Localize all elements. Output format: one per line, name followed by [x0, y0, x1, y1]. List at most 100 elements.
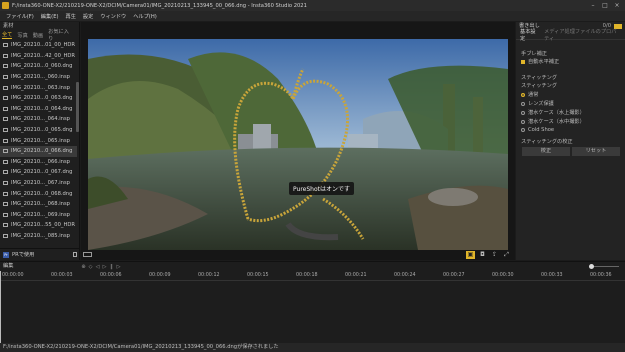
file-name: IMG_20210..._069.insp	[11, 211, 70, 218]
playback-controls: ⊕ ◇ ◁ ▷ ‖ ▷	[80, 264, 122, 270]
file-list-item[interactable]: IMG_20210...55_00_HDR	[0, 220, 77, 231]
image-file-icon	[3, 212, 8, 217]
next-icon[interactable]: ▷	[115, 264, 122, 270]
file-list-item[interactable]: IMG_20210...0_067.dng	[0, 167, 77, 178]
add-keyframe-icon[interactable]: ⊕	[80, 264, 87, 270]
stitching-option[interactable]: 潜水ケース（水上撮影）	[521, 109, 585, 116]
share-icon[interactable]: ⇪	[490, 251, 499, 259]
stitching-option[interactable]: Cold Shoe	[521, 127, 554, 133]
menu-window[interactable]: ウィンドウ	[100, 13, 126, 20]
image-file-icon	[3, 117, 8, 122]
tab-media-properties[interactable]: メディア処理ファイルのプロパティ	[544, 28, 620, 42]
checkbox-checked-icon[interactable]	[521, 59, 525, 64]
minimize-icon[interactable]: –	[587, 0, 599, 11]
export-panel: 書き出し 0/0 基本設定 メディア処理ファイルのプロパティ 手ブレ補正 自動水…	[516, 22, 625, 260]
tab-all[interactable]: 全て	[2, 31, 12, 39]
menu-edit[interactable]: 編集(E)	[41, 13, 59, 20]
panorama-preview[interactable]: PureShotはオンです	[88, 39, 508, 250]
file-list-item[interactable]: IMG_20210...0_065.dng	[0, 125, 77, 136]
aspect-ratio-icon[interactable]	[83, 252, 92, 257]
file-name: IMG_20210...0_067.dng	[11, 169, 73, 176]
file-list-item[interactable]: IMG_20210...0_068.dng	[0, 188, 77, 199]
library-scrollbar[interactable]	[76, 82, 79, 132]
stitching-option-label: Cold Shoe	[528, 127, 555, 133]
radio-icon[interactable]	[521, 119, 525, 124]
camera-icon[interactable]: ◘	[478, 251, 487, 259]
file-list-item[interactable]: IMG_20210..._068.insp	[0, 199, 77, 210]
title-bar: F:/insta360-ONE-X2/210219-ONE-X2/DCIM/Ca…	[0, 0, 625, 11]
file-name: IMG_20210..._066.insp	[11, 158, 70, 165]
file-name: IMG_20210...55_00_HDR	[11, 222, 75, 229]
file-name: IMG_20210...0_065.dng	[11, 127, 73, 134]
radio-icon[interactable]	[521, 127, 525, 132]
stitching-title: スティッチング	[521, 75, 558, 81]
menu-settings[interactable]: 設定	[83, 13, 93, 20]
stitching-option-label: レンズ保護	[528, 101, 554, 107]
tab-videos[interactable]: 動画	[33, 32, 43, 39]
library-tabs: 全て 写真 動画 お気に入り	[0, 29, 79, 42]
image-edit-icon[interactable]: ▣	[466, 251, 475, 259]
keyframe-icon[interactable]: ◇	[87, 264, 94, 270]
image-file-icon	[3, 149, 8, 154]
file-name: IMG_20210..._065.insp	[11, 137, 70, 144]
radio-icon[interactable]	[521, 92, 525, 97]
media-library-panel: 素材 全て 写真 動画 お気に入り IMG_20210...01_00_HDR I…	[0, 22, 80, 260]
close-icon[interactable]: ×	[611, 0, 623, 11]
stitching-option-label: 通常	[528, 92, 539, 98]
auto-level-option[interactable]: 自動水平補正	[521, 58, 559, 65]
stitching-subtitle: スティッチング	[521, 83, 558, 89]
timeline-zoom-slider[interactable]	[589, 264, 619, 269]
file-list-item[interactable]: IMG_20210...0_063.dng	[0, 93, 77, 104]
fullscreen-icon[interactable]: ⤢	[502, 251, 511, 259]
image-file-icon	[3, 85, 8, 90]
pause-icon[interactable]: ‖	[108, 264, 115, 270]
trash-icon[interactable]	[73, 252, 77, 257]
time-tick-label: 00:00:36	[590, 273, 612, 278]
stitching-option[interactable]: 通常	[521, 91, 538, 98]
play-icon[interactable]: ▷	[101, 264, 108, 270]
zoom-knob[interactable]	[589, 264, 594, 269]
file-list-item[interactable]: IMG_20210..._067.insp	[0, 178, 77, 189]
file-list-item[interactable]: IMG_20210..._069.insp	[0, 210, 77, 221]
prev-icon[interactable]: ◁	[94, 264, 101, 270]
preview-tools: ▣ ◘ ⇪ ⤢	[463, 251, 511, 259]
file-name: IMG_20210...0_066.dng	[11, 148, 73, 155]
image-file-icon	[3, 159, 8, 164]
time-tick-label: 00:00:18	[296, 273, 318, 278]
radio-icon[interactable]	[521, 110, 525, 115]
image-file-icon	[3, 43, 8, 48]
tab-photos[interactable]: 写真	[17, 32, 27, 39]
file-list-item[interactable]: IMG_20210...0_060.dng	[0, 61, 77, 72]
file-list-item[interactable]: IMG_20210..._085.insp	[0, 231, 77, 242]
menu-playback[interactable]: 再生	[66, 13, 76, 20]
file-list-item[interactable]: IMG_20210..._060.insp	[0, 72, 77, 83]
stitching-option[interactable]: 潜水ケース（水中撮影）	[521, 118, 585, 125]
window-title: F:/insta360-ONE-X2/210219-ONE-X2/DCIM/Ca…	[12, 2, 307, 9]
file-list-item[interactable]: IMG_20210...42_00_HDR	[0, 51, 77, 62]
file-name: IMG_20210...0_063.dng	[11, 95, 73, 102]
playhead[interactable]	[0, 271, 1, 344]
maximize-icon[interactable]: □	[599, 0, 611, 11]
file-list-item[interactable]: IMG_20210...0_064.dng	[0, 104, 77, 115]
menu-help[interactable]: ヘルプ(H)	[133, 13, 157, 20]
file-list-item[interactable]: IMG_20210...0_066.dng	[0, 145, 77, 157]
time-tick-label: 00:00:21	[345, 273, 367, 278]
file-list-item[interactable]: IMG_20210...01_00_HDR	[0, 40, 77, 51]
file-list-item[interactable]: IMG_20210..._063.insp	[0, 82, 77, 93]
file-list-item[interactable]: IMG_20210..._064.insp	[0, 114, 77, 125]
timeline-panel: 編集 ⊕ ◇ ◁ ▷ ‖ ▷ 00:00:00 00:00:03 00:00:06 0…	[0, 261, 625, 344]
calibrate-button[interactable]: 校正	[522, 147, 570, 156]
stitching-option[interactable]: レンズ保護	[521, 100, 554, 107]
timeline-ruler[interactable]: 00:00:00 00:00:03 00:00:06 00:00:09 00:00:12…	[0, 271, 625, 281]
image-file-icon	[3, 53, 8, 58]
image-file-icon	[3, 128, 8, 133]
pr-use-label[interactable]: PRで使用	[12, 251, 34, 258]
file-list-item[interactable]: IMG_20210..._065.insp	[0, 135, 77, 146]
menu-file[interactable]: ファイル(F)	[6, 13, 34, 20]
file-name: IMG_20210..._060.insp	[11, 74, 70, 81]
tab-basic-settings[interactable]: 基本設定	[520, 28, 539, 42]
radio-icon[interactable]	[521, 101, 525, 106]
reset-button[interactable]: リセット	[572, 147, 620, 156]
image-file-icon	[3, 138, 8, 143]
file-list-item[interactable]: IMG_20210..._066.insp	[0, 157, 77, 168]
